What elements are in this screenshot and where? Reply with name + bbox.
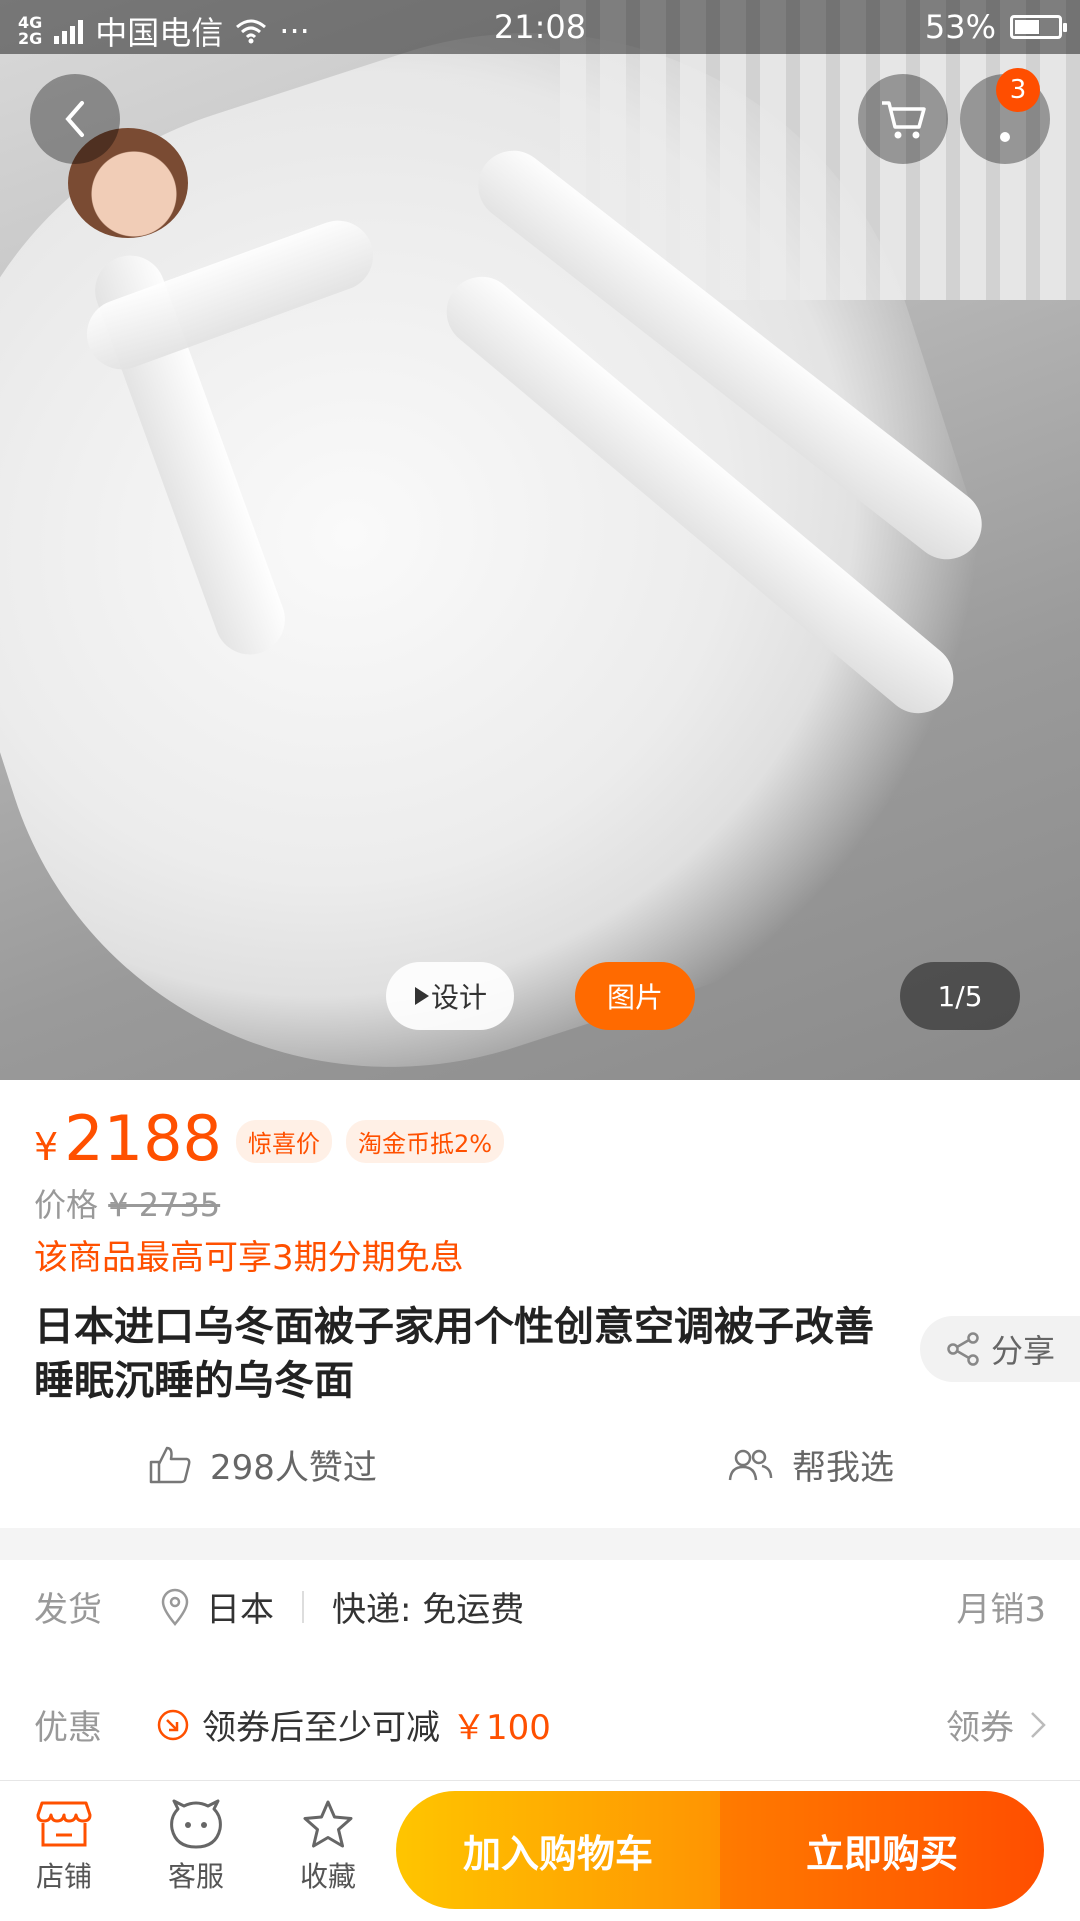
cart-button[interactable] [858,74,948,164]
shipping-promo-card: 发货 日本 快递: 免运费 月销3 优惠 领券后至少可减 ￥100 领券 [0,1560,1080,1780]
coupon-info: 领券后至少可减 ￥100 [156,1700,551,1749]
customer-service-tab[interactable]: 客服 [146,1799,246,1895]
cart-icon [882,101,926,139]
coupon-arrow-icon [157,1709,189,1740]
message-badge: 3 [996,68,1040,112]
clock: 21:08 [493,8,587,46]
coupon-amount: ￥100 [452,1708,551,1748]
play-icon [414,987,429,1005]
promo-label: 优惠 [34,1708,102,1748]
product-info-card: ¥ 2188 惊喜价 淘金币抵2% 价格 ¥ 2735 该商品最高可享3期分期免… [0,1080,1080,1528]
monthly-sales: 月销3 [956,1590,1046,1630]
people-icon [728,1449,773,1480]
get-coupon-button[interactable]: 领券 [946,1700,1046,1749]
help-me-choose-button[interactable]: 帮我选 [726,1440,894,1489]
buy-now-button[interactable]: 立即购买 [720,1791,1044,1909]
service-face-icon [170,1799,222,1849]
image-counter: 1/5 [900,962,1020,1030]
back-button[interactable] [30,74,120,164]
add-to-cart-button[interactable]: 加入购物车 [396,1791,720,1909]
share-icon [947,1332,979,1366]
price-row: ¥ 2188 惊喜价 淘金币抵2% [34,1102,505,1175]
store-tab[interactable]: 店铺 [14,1799,114,1895]
shipping-row[interactable]: 发货 日本 快递: 免运费 月销3 [0,1560,1080,1650]
thumbs-up-icon [149,1446,191,1483]
share-button[interactable]: 分享 [920,1316,1080,1382]
like-button[interactable]: 298人赞过 [148,1440,377,1489]
location-pin-icon [161,1588,189,1626]
tab-design-video[interactable]: 设计 [386,962,514,1030]
tab-image[interactable]: 图片 [575,962,695,1030]
bottom-action-bar: 店铺 客服 收藏 加入购物车 立即购买 [0,1780,1080,1921]
more-button[interactable]: 3 [960,68,1050,164]
chevron-left-icon [65,101,84,137]
surprise-price-tag: 惊喜价 [235,1120,332,1163]
dot-icon [1000,132,1010,142]
battery-percent: 53% [924,8,996,46]
original-price: 价格 ¥ 2735 [34,1186,221,1224]
product-title: 日本进口乌冬面被子家用个性创意空调被子改善睡眠沉睡的乌冬面 [34,1304,874,1404]
star-icon [303,1800,353,1848]
express-fee: 快递: 免运费 [332,1590,525,1630]
divider [302,1590,304,1623]
store-icon [36,1801,92,1847]
installment-info[interactable]: 该商品最高可享3期分期免息 [34,1230,464,1279]
promo-row[interactable]: 优惠 领券后至少可减 ￥100 领券 [0,1678,1080,1768]
currency-symbol: ¥ [34,1125,59,1169]
status-bar: 4G 2G 中国电信 ··· 21:08 53% [0,0,1080,54]
shipping-location: 日本 快递: 免运费 [160,1582,524,1631]
battery-icon [1010,15,1067,39]
chevron-right-icon [1031,1711,1046,1738]
current-price: 2188 [64,1102,222,1175]
product-image[interactable] [0,0,1080,1080]
favorite-tab[interactable]: 收藏 [278,1799,378,1895]
coin-discount-tag: 淘金币抵2% [345,1120,505,1163]
shipping-label: 发货 [34,1590,102,1630]
